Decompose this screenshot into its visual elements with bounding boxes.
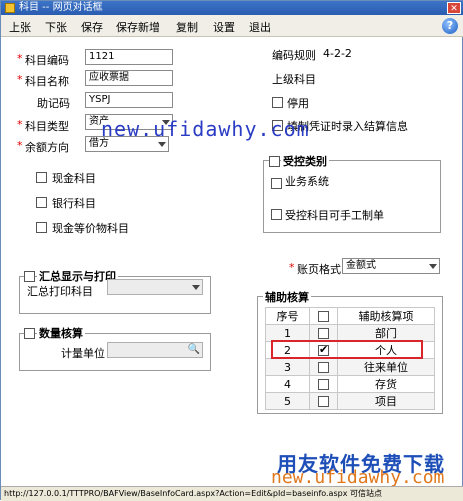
title-bar: 科目 -- 网页对话框 ✕	[1, 1, 463, 15]
column-header-check[interactable]	[309, 307, 338, 325]
controlled-title: 受控类别	[281, 153, 329, 169]
summary-print-select[interactable]	[107, 279, 203, 295]
row-item: 部门	[337, 324, 435, 342]
menu-next[interactable]: 下张	[45, 19, 67, 35]
row-no: 1	[265, 324, 310, 342]
row-item: 存货	[337, 375, 435, 393]
close-button[interactable]: ✕	[447, 2, 461, 14]
chevron-down-icon	[158, 142, 166, 147]
table-row[interactable]: 4 存货	[265, 375, 435, 393]
highlight-box	[271, 340, 423, 359]
dialog-window: 科目 -- 网页对话框 ✕ 上张 下张 保存 保存新增 复制 设置 退出 ? *…	[0, 0, 463, 501]
summary-checkbox[interactable]	[24, 271, 35, 282]
row-checkbox[interactable]	[318, 379, 329, 390]
coding-rule-value: 4-2-2	[323, 47, 352, 60]
menu-settings[interactable]: 设置	[213, 19, 235, 35]
bank-checkbox[interactable]	[36, 197, 47, 208]
summary-title: 汇总显示与打印	[37, 268, 118, 284]
row-item: 往来单位	[337, 358, 435, 376]
disable-checkbox[interactable]	[272, 97, 283, 108]
code-input[interactable]: 1121	[85, 49, 173, 65]
required-mark: *	[17, 73, 23, 86]
ledger-value: 金额式	[346, 260, 376, 271]
name-label: 科目名称	[25, 75, 69, 88]
direction-label: 余额方向	[25, 141, 69, 154]
watermark-bottom: new.ufidawhy.com	[271, 467, 445, 488]
column-header: 序号	[265, 307, 310, 325]
required-mark: *	[289, 261, 295, 274]
mnemonic-input[interactable]: YSPJ	[85, 92, 173, 108]
row-checkbox[interactable]	[318, 362, 329, 373]
menu-copy[interactable]: 复制	[176, 19, 198, 35]
coding-rule-label: 编码规则	[272, 49, 316, 62]
summary-print-label: 汇总打印科目	[27, 285, 93, 298]
required-mark: *	[17, 139, 23, 152]
menu-bar: 上张 下张 保存 保存新增 复制 设置 退出 ?	[1, 15, 463, 37]
aux-title: 辅助核算	[263, 289, 311, 305]
unit-input[interactable]: 🔍	[107, 342, 203, 358]
table-header: 序号 辅助核算项	[265, 307, 435, 325]
type-label: 科目类型	[25, 120, 69, 133]
chevron-down-icon	[429, 264, 437, 269]
name-input[interactable]: 应收票据	[85, 70, 173, 86]
disable-label: 停用	[287, 97, 309, 110]
unit-label: 计量单位	[61, 347, 105, 360]
status-bar: http://127.0.0.1/TTTPRO/BAFView/BaseInfo…	[1, 486, 463, 501]
chevron-down-icon	[192, 285, 200, 290]
table-row[interactable]: 1 部门	[265, 324, 435, 342]
cash-label: 现金科目	[52, 172, 96, 185]
row-item: 项目	[337, 392, 435, 410]
app-icon	[5, 3, 15, 13]
menu-save-new[interactable]: 保存新增	[116, 19, 160, 35]
controlled-checkbox[interactable]	[269, 156, 280, 167]
row-no: 3	[265, 358, 310, 376]
row-checkbox[interactable]	[318, 396, 329, 407]
ledger-select[interactable]: 金额式	[342, 258, 440, 274]
status-text: http://127.0.0.1/TTTPRO/BAFView/BaseInfo…	[4, 489, 382, 498]
window-title: 科目 -- 网页对话框	[19, 2, 103, 13]
table-row[interactable]: 3 往来单位	[265, 358, 435, 376]
menu-prev[interactable]: 上张	[9, 19, 31, 35]
mnemonic-label: 助记码	[37, 97, 70, 110]
table-row[interactable]: 5 项目	[265, 392, 435, 410]
business-checkbox[interactable]	[271, 178, 282, 189]
row-no: 5	[265, 392, 310, 410]
column-header: 辅助核算项	[337, 307, 435, 325]
cash-equiv-checkbox[interactable]	[36, 222, 47, 233]
manual-checkbox[interactable]	[271, 209, 282, 220]
quantity-checkbox[interactable]	[24, 328, 35, 339]
search-icon[interactable]: 🔍	[188, 343, 200, 357]
watermark-top: new.ufidawhy.com	[101, 117, 310, 141]
required-mark: *	[17, 118, 23, 131]
cash-equiv-label: 现金等价物科目	[52, 222, 129, 235]
required-mark: *	[17, 52, 23, 65]
row-no: 4	[265, 375, 310, 393]
manual-label: 受控科目可手工制单	[285, 209, 384, 222]
select-all-checkbox[interactable]	[318, 311, 329, 322]
help-icon[interactable]: ?	[442, 18, 458, 34]
menu-exit[interactable]: 退出	[249, 19, 271, 35]
menu-save[interactable]: 保存	[81, 19, 103, 35]
quantity-title: 数量核算	[37, 325, 85, 341]
business-label: 业务系统	[285, 175, 329, 188]
cash-checkbox[interactable]	[36, 172, 47, 183]
code-label: 科目编码	[25, 54, 69, 67]
row-checkbox[interactable]	[318, 328, 329, 339]
parent-label: 上级科目	[272, 73, 316, 86]
ledger-label: 账页格式	[297, 263, 341, 276]
bank-label: 银行科目	[52, 197, 96, 210]
